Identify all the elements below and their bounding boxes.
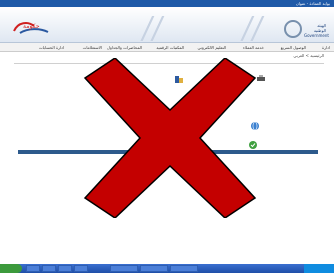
taskbar-app-button[interactable]	[110, 265, 138, 272]
left-logo-icon[interactable]: حكومة	[10, 19, 52, 39]
main-nav: ادارة الوصول السريع خدمة العملاء التعليم…	[0, 43, 334, 52]
breadcrumb-text[interactable]: الرئيسية > العربي	[293, 53, 324, 58]
taskbar-app-button[interactable]	[58, 265, 72, 272]
window-title: بوابة العمادة - عنوان	[295, 1, 330, 6]
taskbar-app-button[interactable]	[74, 265, 88, 272]
window-titlebar: بوابة العمادة - عنوان	[0, 0, 334, 7]
red-x-mark-icon	[83, 58, 257, 218]
taskbar-app-button[interactable]	[26, 265, 40, 272]
nav-item[interactable]: المكتبات الرقمية	[156, 45, 184, 50]
site-header: حكومة الهيئة الوطنية Government	[0, 7, 334, 43]
system-tray[interactable]	[304, 264, 334, 273]
decor-slash	[150, 16, 168, 41]
nav-item[interactable]: ادارة الحسابات	[39, 45, 64, 50]
nav-item[interactable]: الاستعلامات	[83, 45, 102, 50]
right-logo-text: الهيئة الوطنية	[313, 23, 326, 33]
decor-slash	[250, 16, 268, 41]
nav-item[interactable]: المحاضرات والجداول	[107, 45, 142, 50]
nav-item[interactable]: خدمة العملاء	[243, 45, 264, 50]
right-logo[interactable]: الهيئة الوطنية Government	[276, 19, 329, 43]
left-logo-text: حكومة	[23, 23, 40, 30]
start-button[interactable]	[0, 264, 22, 273]
nav-item[interactable]: ادارة	[322, 45, 330, 50]
taskbar-app-button[interactable]	[170, 265, 198, 272]
taskbar-app-button[interactable]	[42, 265, 56, 272]
taskbar-app-button[interactable]	[140, 265, 168, 272]
emblem-icon	[284, 20, 302, 38]
nav-item[interactable]: التعليم الالكتروني	[197, 45, 226, 50]
nav-item[interactable]: الوصول السريع	[281, 45, 306, 50]
right-logo-subtext: Government	[304, 33, 329, 38]
